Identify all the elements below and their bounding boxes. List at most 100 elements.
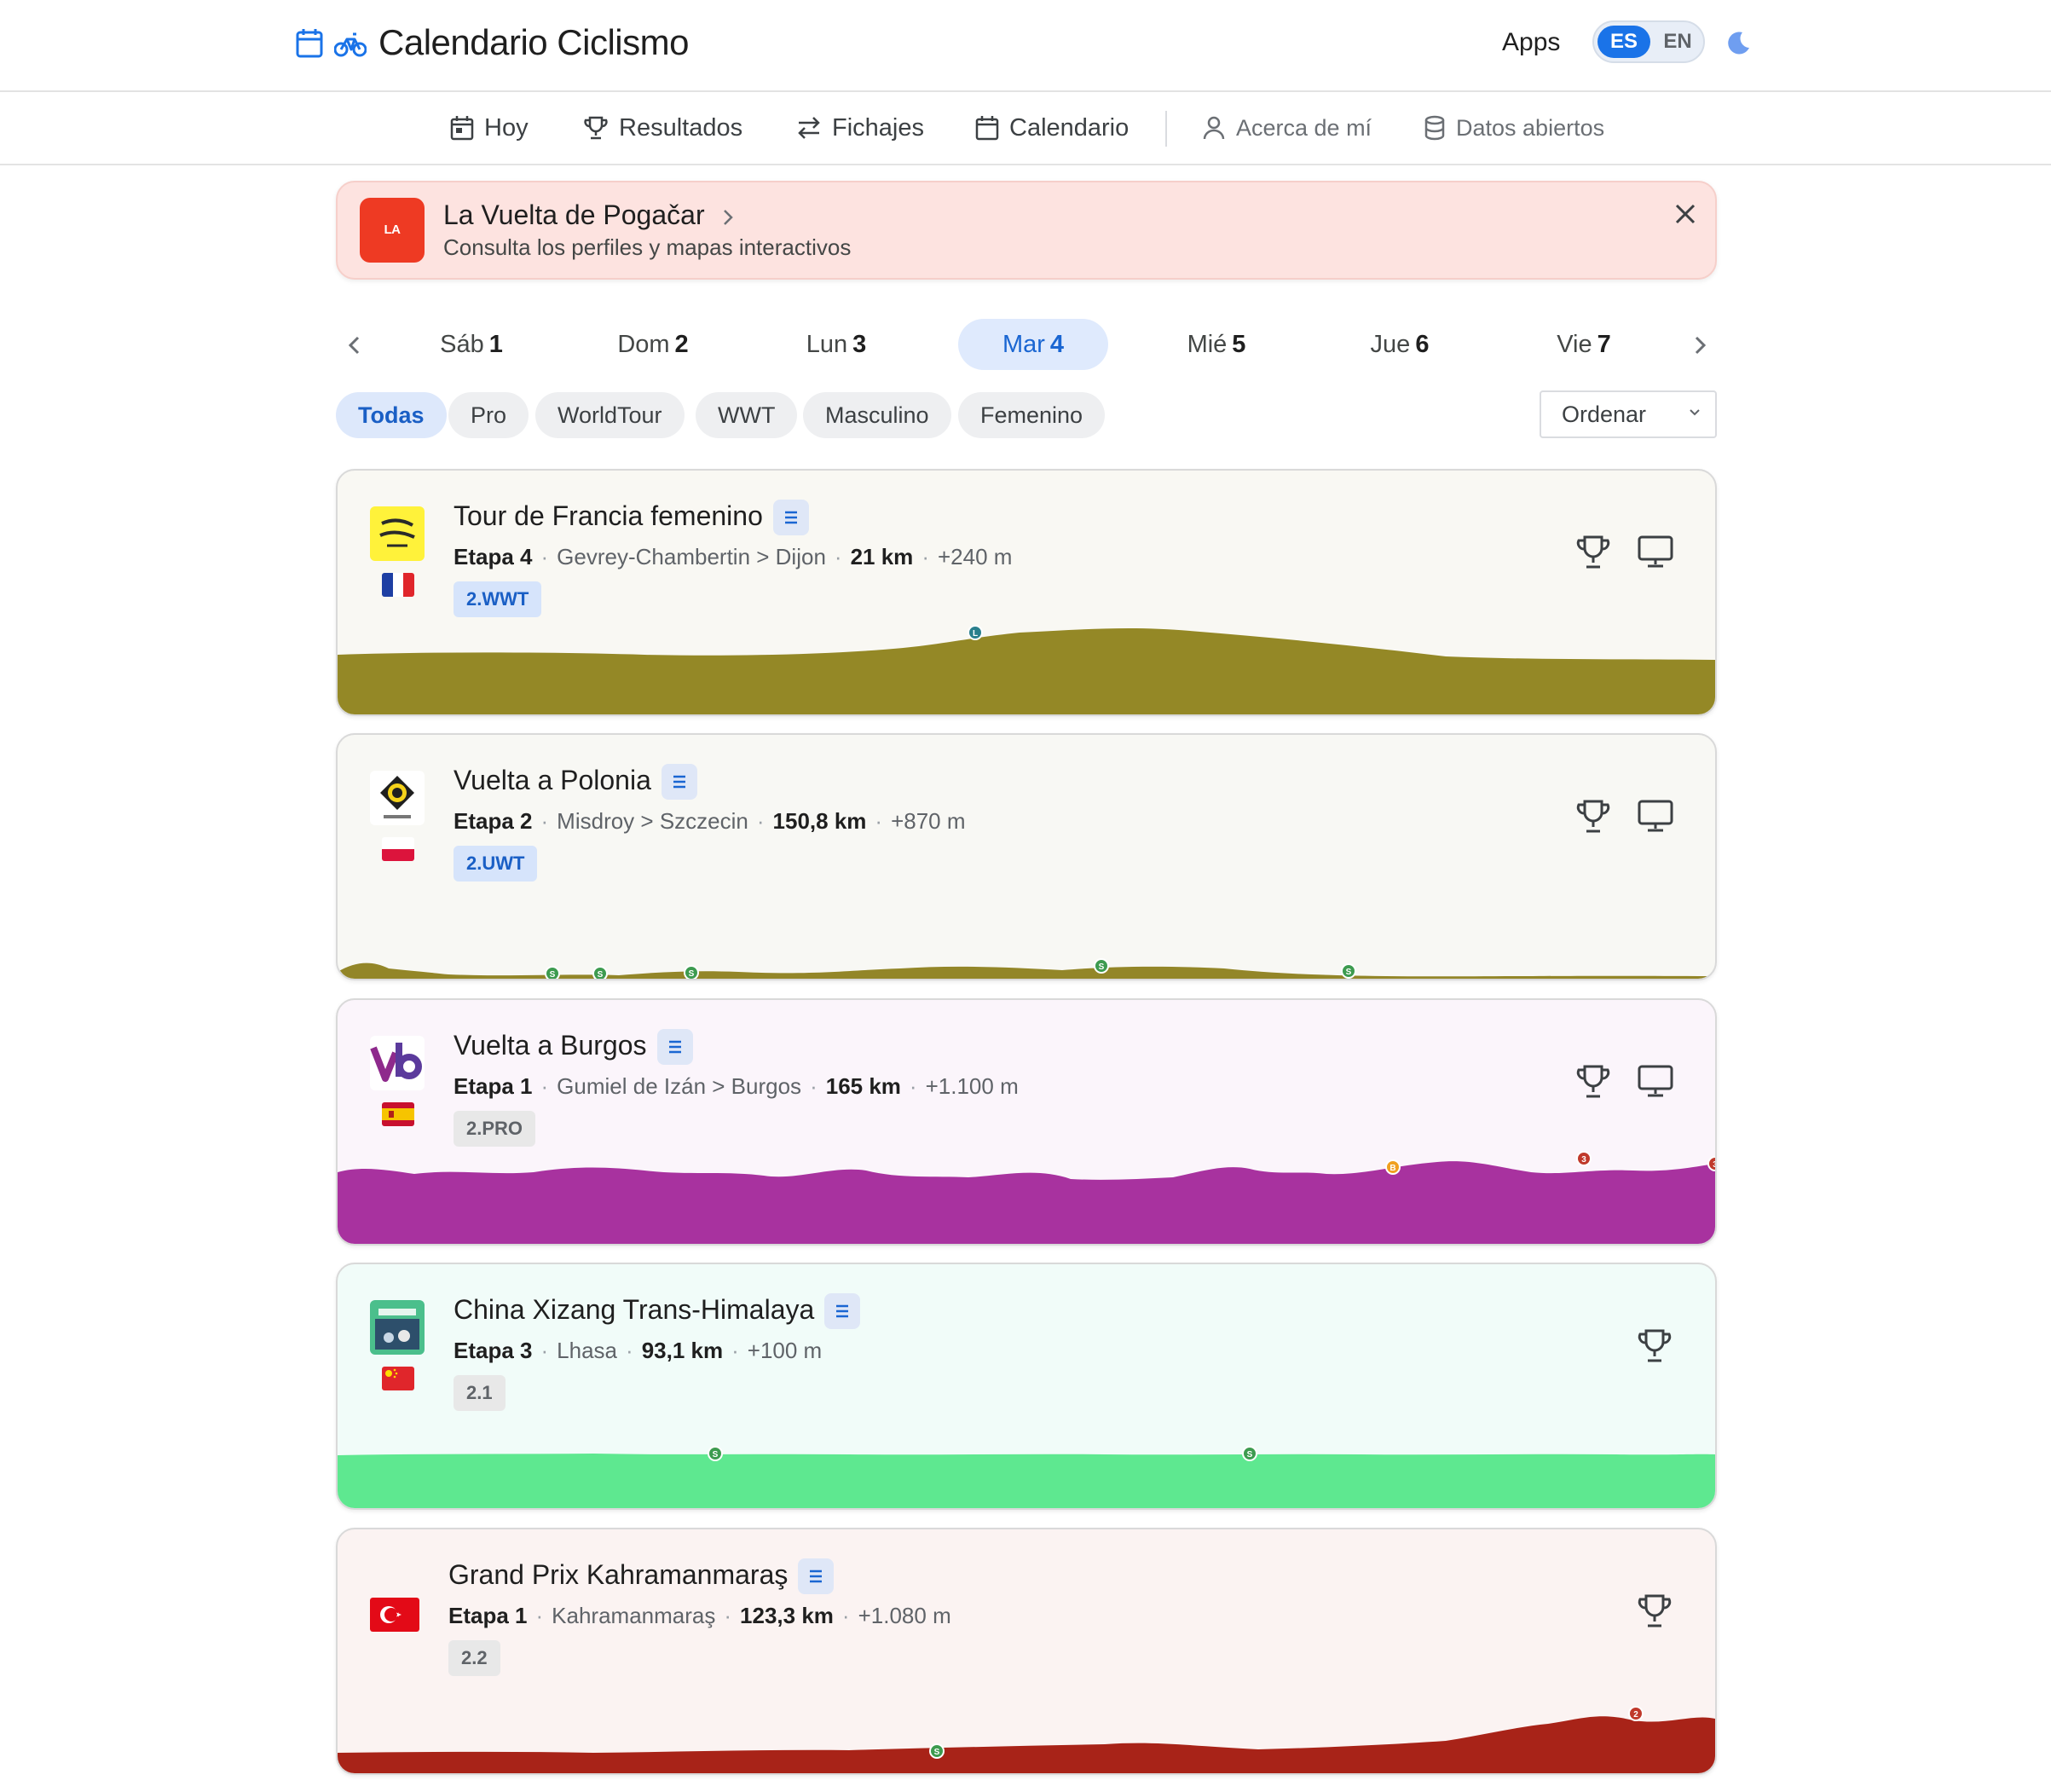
race-name[interactable]: Tour de Francia femenino xyxy=(454,498,763,534)
race-name[interactable]: Vuelta a Burgos xyxy=(454,1027,647,1063)
race-logo xyxy=(370,1300,425,1355)
day-number: 2 xyxy=(674,331,689,358)
day-number: 4 xyxy=(1049,331,1065,358)
chevron-left-icon[interactable] xyxy=(344,332,365,358)
stage-list-icon[interactable] xyxy=(798,1558,835,1594)
race-logo xyxy=(370,771,425,825)
promo-banner[interactable]: LA VUELTA La Vuelta de Pogačar Consulta … xyxy=(336,181,1717,302)
day-number: 3 xyxy=(852,331,867,358)
close-icon[interactable] xyxy=(1673,201,1698,227)
stage-list-icon[interactable] xyxy=(661,764,697,800)
nav-transfers[interactable]: Fichajes xyxy=(796,111,924,145)
dark-mode-icon[interactable] xyxy=(1725,29,1753,56)
stage-list-icon[interactable] xyxy=(772,500,809,535)
filter-chip-todas[interactable]: Todas xyxy=(336,392,447,438)
separator: · xyxy=(731,1338,739,1363)
stage-distance: 150,8 km xyxy=(772,808,867,834)
day-tab-2[interactable]: Dom 2 xyxy=(581,319,725,370)
race-card[interactable]: Tour de Francia femenino Etapa 4 · Gevrey-C… xyxy=(336,469,1717,716)
trophy-icon[interactable] xyxy=(1637,1593,1673,1630)
lang-es-option[interactable]: ES xyxy=(1597,26,1650,58)
trophy-icon[interactable] xyxy=(1575,1063,1611,1101)
today-icon xyxy=(450,116,474,141)
separator: · xyxy=(540,808,549,834)
day-name: Mié xyxy=(1187,331,1228,358)
filter-chip-pro[interactable]: Pro xyxy=(448,392,529,438)
apps-link[interactable]: Apps xyxy=(1502,26,1560,60)
stage-route: Kahramanmaraş xyxy=(552,1603,716,1628)
lang-en-option[interactable]: EN xyxy=(1655,26,1700,58)
tv-icon[interactable] xyxy=(1637,798,1674,834)
chevron-right-icon[interactable] xyxy=(1690,332,1710,358)
filter-chip-worldtour[interactable]: WorldTour xyxy=(535,392,685,438)
stage-list-icon[interactable] xyxy=(824,1293,861,1329)
stage-number: Etapa 1 xyxy=(448,1603,528,1628)
filter-chip-femenino[interactable]: Femenino xyxy=(958,392,1106,438)
bicycle-icon xyxy=(334,29,367,58)
stage-route: Lhasa xyxy=(557,1338,618,1363)
app-title[interactable]: Calendario Ciclismo xyxy=(378,17,689,68)
svg-text:3: 3 xyxy=(1713,1160,1715,1170)
elevation-profile: S2 xyxy=(338,1671,1715,1773)
day-tab-5[interactable]: Mié 5 xyxy=(1144,319,1289,370)
svg-text:S: S xyxy=(1247,1450,1253,1460)
svg-text:S: S xyxy=(713,1450,719,1460)
promo-title[interactable]: La Vuelta de Pogačar xyxy=(443,198,734,232)
elevation-profile: SS xyxy=(338,1406,1715,1508)
calendar-icon xyxy=(975,116,999,141)
stage-info: Etapa 1 · Kahramanmaraş · 123,3 km · +1.080 m xyxy=(448,1599,951,1632)
elevation-profile: SSSSS xyxy=(338,876,1715,979)
nav-open-data[interactable]: Datos abiertos xyxy=(1424,111,1604,145)
stage-info: Etapa 3 · Lhasa · 93,1 km · +100 m xyxy=(454,1334,822,1367)
day-tab-1[interactable]: Sáb 1 xyxy=(399,319,544,370)
race-card[interactable]: Vuelta a Polonia Etapa 2 · Misdroy > Szczec… xyxy=(336,733,1717,980)
stage-list-icon[interactable] xyxy=(656,1029,693,1065)
stage-distance: 165 km xyxy=(825,1073,901,1099)
nav-divider xyxy=(1165,111,1167,147)
separator: · xyxy=(875,808,883,834)
trophy-icon[interactable] xyxy=(1637,1327,1673,1365)
trophy-icon[interactable] xyxy=(1575,534,1611,571)
stage-distance: 93,1 km xyxy=(641,1338,724,1363)
filter-chip-masculino[interactable]: Masculino xyxy=(803,392,951,438)
person-icon xyxy=(1203,116,1225,140)
language-toggle[interactable]: ES EN xyxy=(1592,20,1705,63)
race-card[interactable]: Grand Prix Kahramanmaraş Etapa 1 · Kahraman… xyxy=(336,1528,1717,1775)
nav-calendar[interactable]: Calendario xyxy=(975,111,1129,145)
race-logo xyxy=(370,506,425,561)
nav-results[interactable]: Resultados xyxy=(583,111,742,145)
tv-icon[interactable] xyxy=(1637,1063,1674,1099)
nav-about-label: Acerca de mí xyxy=(1236,114,1372,141)
separator: · xyxy=(535,1603,544,1628)
stage-route: Gevrey-Chambertin > Dijon xyxy=(557,544,826,569)
day-tab-4[interactable]: Mar 4 xyxy=(958,319,1108,370)
chevron-right-icon xyxy=(722,208,734,227)
filter-chip-wwt[interactable]: WWT xyxy=(696,392,798,438)
day-tab-7[interactable]: Vie 7 xyxy=(1511,319,1656,370)
race-name[interactable]: China Xizang Trans-Himalaya xyxy=(454,1292,814,1327)
country-flag xyxy=(382,573,414,597)
race-name[interactable]: Grand Prix Kahramanmaraş xyxy=(448,1557,788,1593)
svg-text:3: 3 xyxy=(1581,1155,1586,1165)
swap-arrows-icon xyxy=(798,117,820,139)
separator: · xyxy=(810,1073,818,1099)
elevation-profile: L xyxy=(338,612,1715,714)
trophy-icon xyxy=(584,116,608,140)
race-card[interactable]: Vuelta a Burgos Etapa 1 · Gumiel de Izán > … xyxy=(336,998,1717,1246)
nav-today[interactable]: Hoy xyxy=(450,111,529,145)
trophy-icon[interactable] xyxy=(1575,798,1611,835)
tv-icon[interactable] xyxy=(1637,534,1674,569)
stage-distance: 21 km xyxy=(850,544,914,569)
nav-about[interactable]: Acerca de mí xyxy=(1202,111,1372,145)
separator: · xyxy=(922,544,929,569)
stage-elevation: +870 m xyxy=(891,808,966,834)
top-bar: Calendario Ciclismo Apps ES EN xyxy=(0,0,2051,92)
day-tab-3[interactable]: Lun 3 xyxy=(764,319,909,370)
race-name[interactable]: Vuelta a Polonia xyxy=(454,762,651,798)
day-tab-6[interactable]: Jue 6 xyxy=(1327,319,1472,370)
race-card[interactable]: China Xizang Trans-Himalaya Etapa 3 · Lhasa… xyxy=(336,1263,1717,1510)
sort-select[interactable]: Ordenar xyxy=(1540,390,1717,438)
main-nav: Hoy Resultados Fichajes Calendario Acerc… xyxy=(0,92,2051,165)
promo-subtitle: Consulta los perfiles y mapas interactiv… xyxy=(443,234,852,260)
day-number: 6 xyxy=(1415,331,1430,358)
